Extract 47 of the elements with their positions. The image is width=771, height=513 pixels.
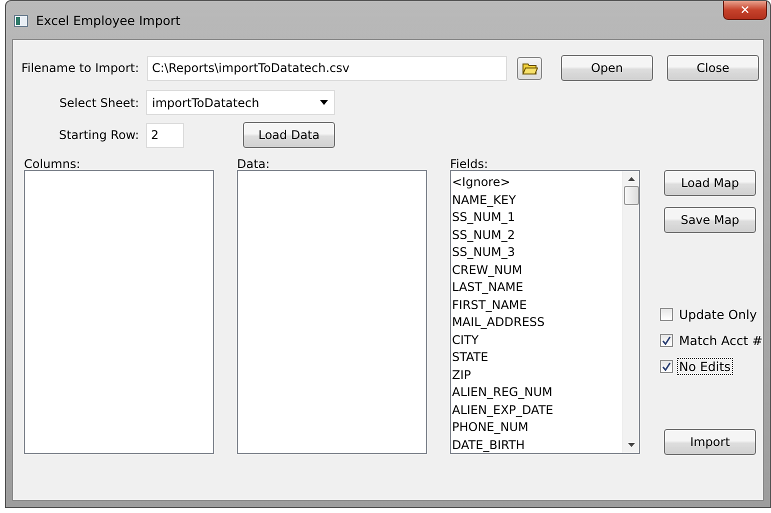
field-item[interactable]: NAME_KEY [452, 192, 516, 209]
map-button[interactable]: Save Map [664, 207, 756, 233]
field-item[interactable]: <Ignore> [452, 174, 510, 192]
dialog-button[interactable]: Close [667, 55, 759, 81]
field-item[interactable]: SS_NUM_2 [452, 226, 515, 244]
field-item[interactable]: ALIEN_EXP_DATE [452, 402, 554, 419]
dialog-button[interactable]: Open [561, 55, 653, 81]
field-item[interactable]: CREW_NUM [452, 262, 522, 279]
checkbox-label[interactable]: No Edits [677, 358, 733, 375]
field-item[interactable]: SS_NUM_1 [452, 209, 515, 226]
columns-label: Columns: [24, 157, 80, 170]
close-button[interactable]: ✕ [723, 1, 767, 20]
field-item[interactable]: DATE_BIRTH [452, 436, 525, 454]
field-item[interactable]: LAST_NAME [452, 279, 524, 296]
starting-row-field[interactable]: 2 [146, 122, 184, 148]
checkbox-label[interactable]: Match Acct # [677, 332, 765, 349]
load-data-button[interactable]: Load Data [243, 122, 335, 148]
window-icon [14, 15, 28, 27]
sheet-label: Select Sheet: [58, 96, 140, 110]
field-item[interactable]: MAIL_ADDRESS [452, 314, 545, 332]
field-item[interactable]: STATE [452, 349, 488, 366]
checkbox-label[interactable]: Update Only [677, 306, 759, 323]
starting-row-label: Starting Row: [58, 128, 140, 142]
field-item[interactable]: SS_NUM_3 [452, 244, 515, 262]
import-button[interactable]: Import [664, 429, 756, 455]
field-item[interactable]: CITY [452, 332, 479, 349]
window-title: Excel Employee Import [36, 13, 180, 28]
fields-label: Fields: [450, 157, 488, 170]
filename-field[interactable]: C:\Reports\importToDatatech.csv [147, 56, 507, 80]
map-button[interactable]: Load Map [664, 170, 756, 196]
scroll-up-icon [628, 177, 634, 181]
checkbox[interactable] [660, 308, 673, 321]
scrollbar[interactable] [622, 171, 639, 453]
sheet-dropdown[interactable]: importToDatatech [146, 90, 335, 115]
field-item[interactable]: PHONE_NUM [452, 419, 528, 436]
data-label: Data: [237, 157, 270, 170]
checkbox[interactable] [660, 360, 673, 373]
browse-button[interactable] [517, 56, 542, 80]
checkbox[interactable] [660, 334, 673, 347]
filename-label: Filename to Import: [20, 61, 140, 75]
folder-icon [522, 62, 538, 74]
field-item[interactable]: FIRST_NAME [452, 296, 527, 314]
dropdown-arrow-icon [320, 100, 328, 105]
scrollbar-thumb[interactable] [624, 186, 638, 205]
field-item[interactable]: ALIEN_REG_NUM [452, 384, 552, 402]
scroll-down-icon [628, 443, 634, 447]
field-item[interactable]: ZIP [452, 366, 471, 384]
